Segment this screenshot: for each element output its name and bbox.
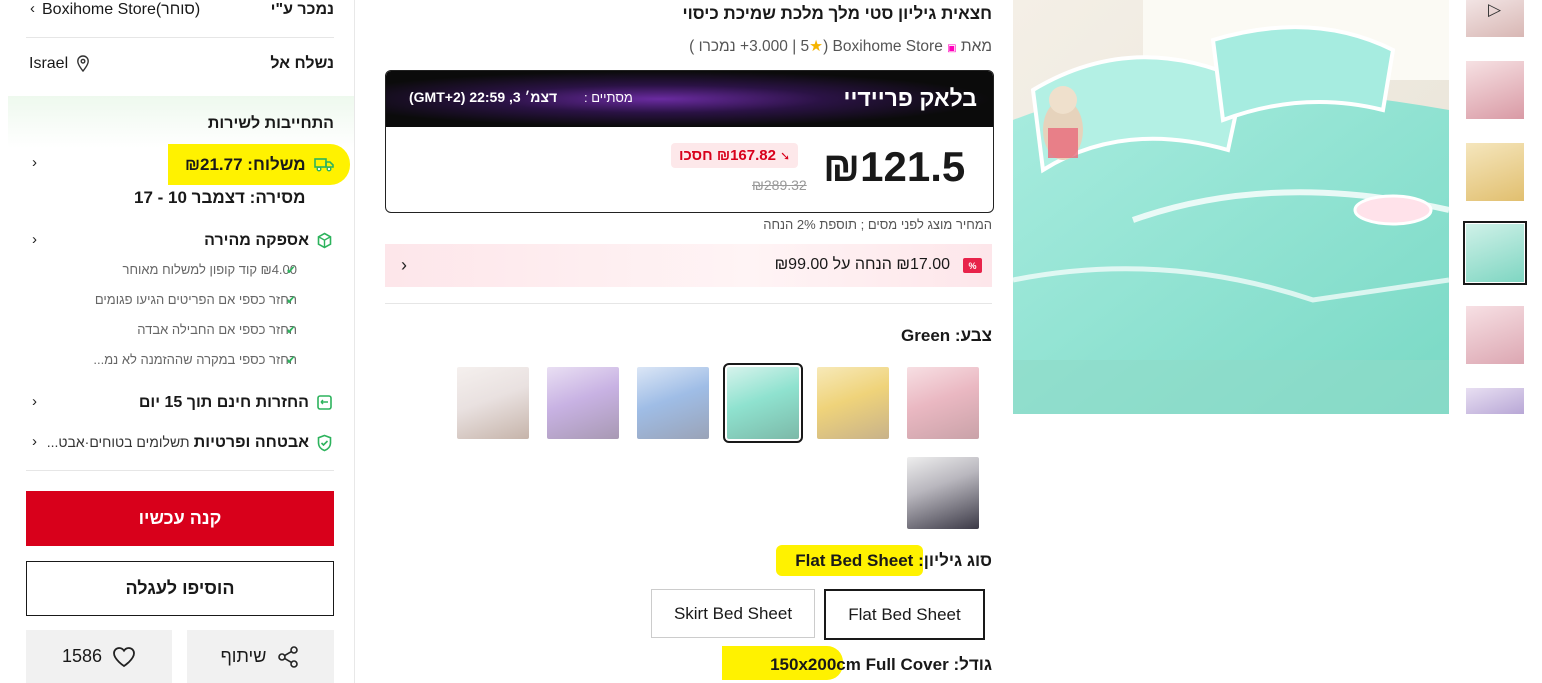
sold-by-row[interactable]: ‹ Boxihome Store(סוחר) נמכר ע"י (28, 0, 334, 22)
cube-icon (316, 232, 333, 254)
size-label: גודל: (953, 655, 992, 674)
divider (26, 470, 334, 471)
free-returns-title[interactable]: החזרות חינם תוך 15 יום (139, 394, 309, 412)
sold-by-label: נמכר ע"י (270, 1, 334, 18)
original-price: ₪289.32 (752, 177, 807, 193)
check-icon: ✔ (286, 293, 297, 307)
chevron-right-icon[interactable]: › (32, 393, 37, 410)
check-icon: ✔ (286, 323, 297, 337)
check-icon: ✔ (286, 263, 297, 277)
shipping-fee[interactable]: משלוח: ₪21.77 (185, 155, 306, 175)
buy-now-button[interactable]: קנה עכשיו (26, 491, 334, 546)
color-swatch-white[interactable] (457, 367, 529, 439)
share-label: שיתוף (220, 646, 267, 666)
color-value: Green (901, 326, 951, 345)
perk-item: החזר כספי אם החבילה אבדה (137, 322, 297, 337)
star-icon: ★ (809, 38, 824, 55)
down-arrow-icon: ➘ (780, 149, 791, 163)
store-name: Boxihome Store(סוחר) (42, 1, 201, 18)
play-icon: ▷ (1488, 0, 1502, 19)
savings-text: ₪167.82 חסכו (679, 147, 776, 164)
ship-to-label: נשלח אל (270, 55, 334, 72)
gallery-thumb[interactable] (1466, 143, 1524, 201)
deal-title: בלאק פריידיי (843, 85, 977, 111)
add-to-cart-button[interactable]: הוסיפו לעגלה (26, 561, 334, 616)
color-label: צבע: (954, 326, 992, 345)
security-row[interactable]: אבטחה ופרטיות תשלומים בטוחים·אבט... (47, 434, 309, 452)
ship-to-value: Israel (29, 55, 69, 72)
fast-delivery-title[interactable]: אספקה מהירה (204, 232, 309, 250)
sidebar: ‹ Boxihome Store(סוחר) נמכר ע"י Israel נ… (0, 0, 356, 683)
color-line: צבע: Green (901, 326, 992, 346)
deal-ends-value: דצמ׳ 3, 22:59 (GMT+2) (409, 89, 558, 105)
heart-icon (113, 646, 135, 667)
chevron-right-icon: › (401, 255, 407, 275)
gallery-thumb[interactable] (1466, 306, 1524, 364)
wishlist-button[interactable]: 1586 (26, 630, 172, 683)
chevron-right-icon[interactable]: › (32, 231, 37, 248)
gallery-thumb[interactable] (1466, 388, 1524, 414)
sheet-type-value: Flat Bed Sheet (795, 551, 914, 570)
store-line: מאת ▣ Boxihome Store (★3.000 | 5+ נמכרו … (689, 38, 992, 55)
option-flat-bed-sheet[interactable]: Flat Bed Sheet (824, 589, 985, 640)
from-label: מאת (960, 38, 992, 55)
store-badge-icon: ▣ (947, 43, 957, 54)
location-pin-icon (76, 55, 90, 77)
tax-note: המחיר מוצג לפני מסים ; תוספת 2% הנחה (763, 217, 992, 232)
chevron-right-icon[interactable]: › (32, 433, 37, 450)
color-swatch-green[interactable] (723, 363, 803, 443)
divider (26, 37, 334, 38)
chevron-right-icon[interactable]: › (32, 154, 37, 171)
wishlist-count: 1586 (61, 646, 103, 666)
discount-tag-icon: % (963, 258, 982, 273)
gallery-thumb-selected[interactable] (1463, 221, 1527, 285)
size-line: גודל: 150x200cm Full Cover (770, 655, 992, 675)
shield-icon (316, 434, 333, 457)
store-link[interactable]: Boxihome Store (833, 38, 943, 55)
coupon-banner[interactable]: › ₪17.00 הנחה על ₪99.00 % (385, 244, 992, 287)
check-icon: ✔ (286, 353, 297, 367)
sidebar-divider (354, 0, 355, 683)
option-skirt-bed-sheet[interactable]: Skirt Bed Sheet (651, 589, 815, 638)
deal-header: בלאק פריידיי מסתיים : דצמ׳ 3, 22:59 (GMT… (386, 71, 993, 127)
security-title: אבטחה ופרטיות (193, 434, 309, 451)
main-product-image[interactable] (1013, 0, 1449, 414)
deal-ends-label: מסתיים : (584, 90, 633, 105)
perk-item: החזר כספי במקרה שההזמנה לא נמ... (93, 352, 297, 367)
divider (385, 303, 992, 304)
coupon-text: ₪17.00 הנחה על ₪99.00 (774, 256, 950, 273)
chevron-left-icon: ‹ (30, 0, 35, 17)
product-title: חצאית גיליון סטי מלך מלכת שמיכת כיסוי (682, 4, 992, 23)
share-button[interactable]: שיתוף (187, 630, 334, 683)
gallery-thumb-video[interactable]: ▷ (1466, 0, 1524, 37)
return-box-icon (316, 394, 333, 416)
color-swatch-purple[interactable] (547, 367, 619, 439)
savings-badge: ₪167.82 חסכו ➘ (671, 143, 799, 168)
security-subtitle: תשלומים בטוחים·אבט... (46, 434, 190, 450)
sheet-type-label: סוג גיליון: (918, 551, 992, 570)
current-price: ₪121.5 (823, 143, 966, 190)
delivery-dates: מסירה: דצמבר 10 - 17 (134, 188, 306, 207)
gallery-thumb[interactable] (1466, 61, 1524, 119)
deal-box: בלאק פריידיי מסתיים : דצמ׳ 3, 22:59 (GMT… (385, 70, 994, 213)
perk-item: החזר כספי אם הפריטים הגיעו פגומים (94, 292, 297, 307)
truck-icon (314, 156, 334, 177)
perk-item: ₪4.00 קוד קופון למשלוח מאוחר (122, 262, 297, 277)
color-swatch-pink[interactable] (907, 367, 979, 439)
service-title: התחייבות לשירות (207, 115, 334, 132)
share-icon (278, 645, 299, 668)
sheet-type-line: סוג גיליון: Flat Bed Sheet (795, 551, 992, 571)
rating-value: 3.000 (749, 38, 788, 55)
color-swatch-yellow[interactable] (817, 367, 889, 439)
color-swatch-blue[interactable] (637, 367, 709, 439)
size-value: 150x200cm Full Cover (770, 655, 949, 674)
color-swatch-dark[interactable] (907, 457, 979, 529)
